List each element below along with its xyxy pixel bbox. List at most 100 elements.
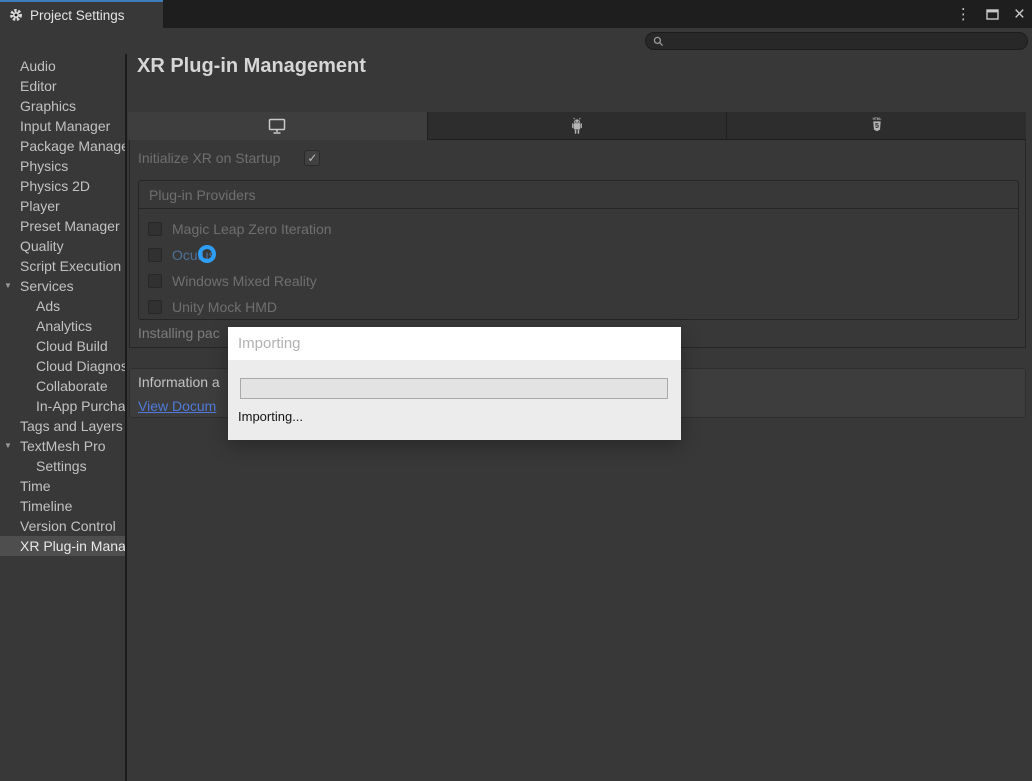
sidebar-item-label: Tags and Layers bbox=[0, 416, 125, 436]
html5-shield-icon: HTML 5 bbox=[869, 117, 885, 134]
sidebar-item-label: Input Manager bbox=[0, 116, 125, 136]
provider-row-oculus[interactable]: Oculus bbox=[139, 242, 1018, 268]
provider-row-windows-mixed-reality[interactable]: Windows Mixed Reality bbox=[139, 268, 1018, 294]
initialize-xr-checkbox[interactable]: ✓ bbox=[304, 150, 320, 166]
sidebar-item-cloud-diagnostics[interactable]: ▼ Cloud Diagnostics bbox=[0, 356, 125, 376]
plugin-providers-list: Magic Leap Zero Iteration Oculus Windows… bbox=[139, 209, 1018, 320]
provider-label: Unity Mock HMD bbox=[172, 299, 277, 315]
initialize-xr-label: Initialize XR on Startup bbox=[138, 150, 280, 166]
sidebar-item-label: In-App Purchasing bbox=[0, 396, 125, 416]
sidebar-item-version-control[interactable]: ▼ Version Control bbox=[0, 516, 125, 536]
sidebar-item-label: Quality bbox=[0, 236, 125, 256]
project-settings-tab[interactable]: Project Settings bbox=[0, 0, 163, 28]
sidebar-item-audio[interactable]: ▼ Audio bbox=[0, 56, 125, 76]
svg-text:HTML: HTML bbox=[872, 117, 881, 121]
sidebar-item-label: Cloud Diagnostics bbox=[0, 356, 125, 376]
sidebar-item-label: Preset Manager bbox=[0, 216, 125, 236]
plugin-providers-header: Plug-in Providers bbox=[139, 181, 1018, 209]
provider-checkbox[interactable] bbox=[148, 222, 162, 236]
sidebar-item-script-execution-order[interactable]: ▼ Script Execution Order bbox=[0, 256, 125, 276]
sidebar-item-ads[interactable]: ▼ Ads bbox=[0, 296, 125, 316]
sidebar-item-label: Script Execution Order bbox=[0, 256, 125, 276]
sidebar-item-cloud-build[interactable]: ▼ Cloud Build bbox=[0, 336, 125, 356]
importing-dialog-title: Importing bbox=[228, 327, 681, 360]
sidebar-item-timeline[interactable]: ▼ Timeline bbox=[0, 496, 125, 516]
sidebar-divider[interactable] bbox=[125, 54, 127, 781]
sidebar-item-label: Audio bbox=[0, 56, 125, 76]
installing-status-text: Installing pac bbox=[138, 325, 220, 341]
sidebar-item-collaborate[interactable]: ▼ Collaborate bbox=[0, 376, 125, 396]
maximize-icon[interactable] bbox=[986, 9, 999, 20]
sidebar-item-time[interactable]: ▼ Time bbox=[0, 476, 125, 496]
sidebar-item-preset-manager[interactable]: ▼ Preset Manager bbox=[0, 216, 125, 236]
sidebar-item-graphics[interactable]: ▼ Graphics bbox=[0, 96, 125, 116]
sidebar-item-quality[interactable]: ▼ Quality bbox=[0, 236, 125, 256]
page-title: XR Plug-in Management bbox=[137, 55, 366, 78]
view-documentation-link[interactable]: View Docum bbox=[138, 398, 216, 414]
foldout-arrow-icon[interactable]: ▼ bbox=[4, 276, 12, 296]
sidebar-item-textmesh-pro[interactable]: ▼ TextMesh Pro bbox=[0, 436, 125, 456]
sidebar-item-physics[interactable]: ▼ Physics bbox=[0, 156, 125, 176]
search-field[interactable] bbox=[645, 32, 1028, 50]
tab-web[interactable]: HTML 5 bbox=[727, 112, 1026, 140]
desktop-monitor-icon bbox=[268, 118, 286, 135]
sidebar-item-label: Time bbox=[0, 476, 125, 496]
sidebar-item-label: Cloud Build bbox=[0, 336, 125, 356]
information-text: Information a bbox=[138, 374, 220, 390]
plugin-providers-group: Plug-in Providers Magic Leap Zero Iterat… bbox=[138, 180, 1019, 320]
settings-category-list: ▼ Audio ▼ Editor ▼ Graphics ▼ Input Mana… bbox=[0, 54, 125, 781]
platform-tabstrip: HTML 5 bbox=[128, 112, 1026, 140]
provider-checkbox[interactable] bbox=[148, 274, 162, 288]
sidebar-item-label: TextMesh Pro bbox=[0, 436, 125, 456]
sidebar-item-label: Player bbox=[0, 196, 125, 216]
provider-checkbox[interactable] bbox=[148, 248, 162, 262]
provider-label: Windows Mixed Reality bbox=[172, 273, 317, 289]
provider-checkbox[interactable] bbox=[148, 300, 162, 314]
tab-desktop[interactable] bbox=[128, 112, 428, 140]
sidebar-item-analytics[interactable]: ▼ Analytics bbox=[0, 316, 125, 336]
sidebar-item-label: Ads bbox=[0, 296, 125, 316]
sidebar-item-label: Version Control bbox=[0, 516, 125, 536]
sidebar-item-package-manager[interactable]: ▼ Package Manager bbox=[0, 136, 125, 156]
sidebar-item-label: Editor bbox=[0, 76, 125, 96]
sidebar-item-editor[interactable]: ▼ Editor bbox=[0, 76, 125, 96]
checkmark-icon: ✓ bbox=[307, 152, 317, 164]
sidebar-item-label: Physics 2D bbox=[0, 176, 125, 196]
sidebar-item-tags-and-layers[interactable]: ▼ Tags and Layers bbox=[0, 416, 125, 436]
sidebar-item-label: Analytics bbox=[0, 316, 125, 336]
sidebar-item-services[interactable]: ▼ Services bbox=[0, 276, 125, 296]
sidebar-item-label: Services bbox=[0, 276, 125, 296]
sidebar-item-input-manager[interactable]: ▼ Input Manager bbox=[0, 116, 125, 136]
toolbar bbox=[0, 28, 1032, 54]
provider-row-unity-mock-hmd[interactable]: Unity Mock HMD bbox=[139, 294, 1018, 320]
provider-label: Magic Leap Zero Iteration bbox=[172, 221, 332, 237]
android-robot-icon bbox=[569, 117, 585, 135]
sidebar-item-label: Collaborate bbox=[0, 376, 125, 396]
search-input[interactable] bbox=[668, 34, 1027, 48]
window-controls: ⋮ × bbox=[956, 0, 1025, 28]
provider-row-magic-leap-zero-iteration[interactable]: Magic Leap Zero Iteration bbox=[139, 216, 1018, 242]
xr-settings-panel: Initialize XR on Startup ✓ Plug-in Provi… bbox=[129, 140, 1026, 348]
sidebar-item-physics-2d[interactable]: ▼ Physics 2D bbox=[0, 176, 125, 196]
sidebar-item-label: Package Manager bbox=[0, 136, 125, 156]
search-icon bbox=[653, 36, 664, 47]
sidebar-item-label: Timeline bbox=[0, 496, 125, 516]
tab-android[interactable] bbox=[428, 112, 728, 140]
sidebar-item-xr-plug-in-management[interactable]: ▼ XR Plug-in Management bbox=[0, 536, 125, 556]
close-icon[interactable]: × bbox=[1014, 5, 1025, 24]
sidebar-item-label: Settings bbox=[0, 456, 125, 476]
foldout-arrow-icon[interactable]: ▼ bbox=[4, 436, 12, 456]
loading-spinner-icon bbox=[198, 245, 216, 263]
sidebar-item-label: Physics bbox=[0, 156, 125, 176]
sidebar-item-label: XR Plug-in Management bbox=[0, 536, 125, 556]
gear-icon bbox=[9, 8, 23, 22]
window-title: Project Settings bbox=[30, 8, 125, 23]
kebab-menu-icon[interactable]: ⋮ bbox=[956, 5, 971, 23]
sidebar-item-player[interactable]: ▼ Player bbox=[0, 196, 125, 216]
sidebar-item-label: Graphics bbox=[0, 96, 125, 116]
svg-text:5: 5 bbox=[875, 123, 879, 130]
sidebar-item-in-app-purchasing[interactable]: ▼ In-App Purchasing bbox=[0, 396, 125, 416]
import-progress-bar bbox=[240, 378, 668, 399]
importing-dialog: Importing Importing... bbox=[228, 327, 681, 440]
sidebar-item-settings[interactable]: ▼ Settings bbox=[0, 456, 125, 476]
